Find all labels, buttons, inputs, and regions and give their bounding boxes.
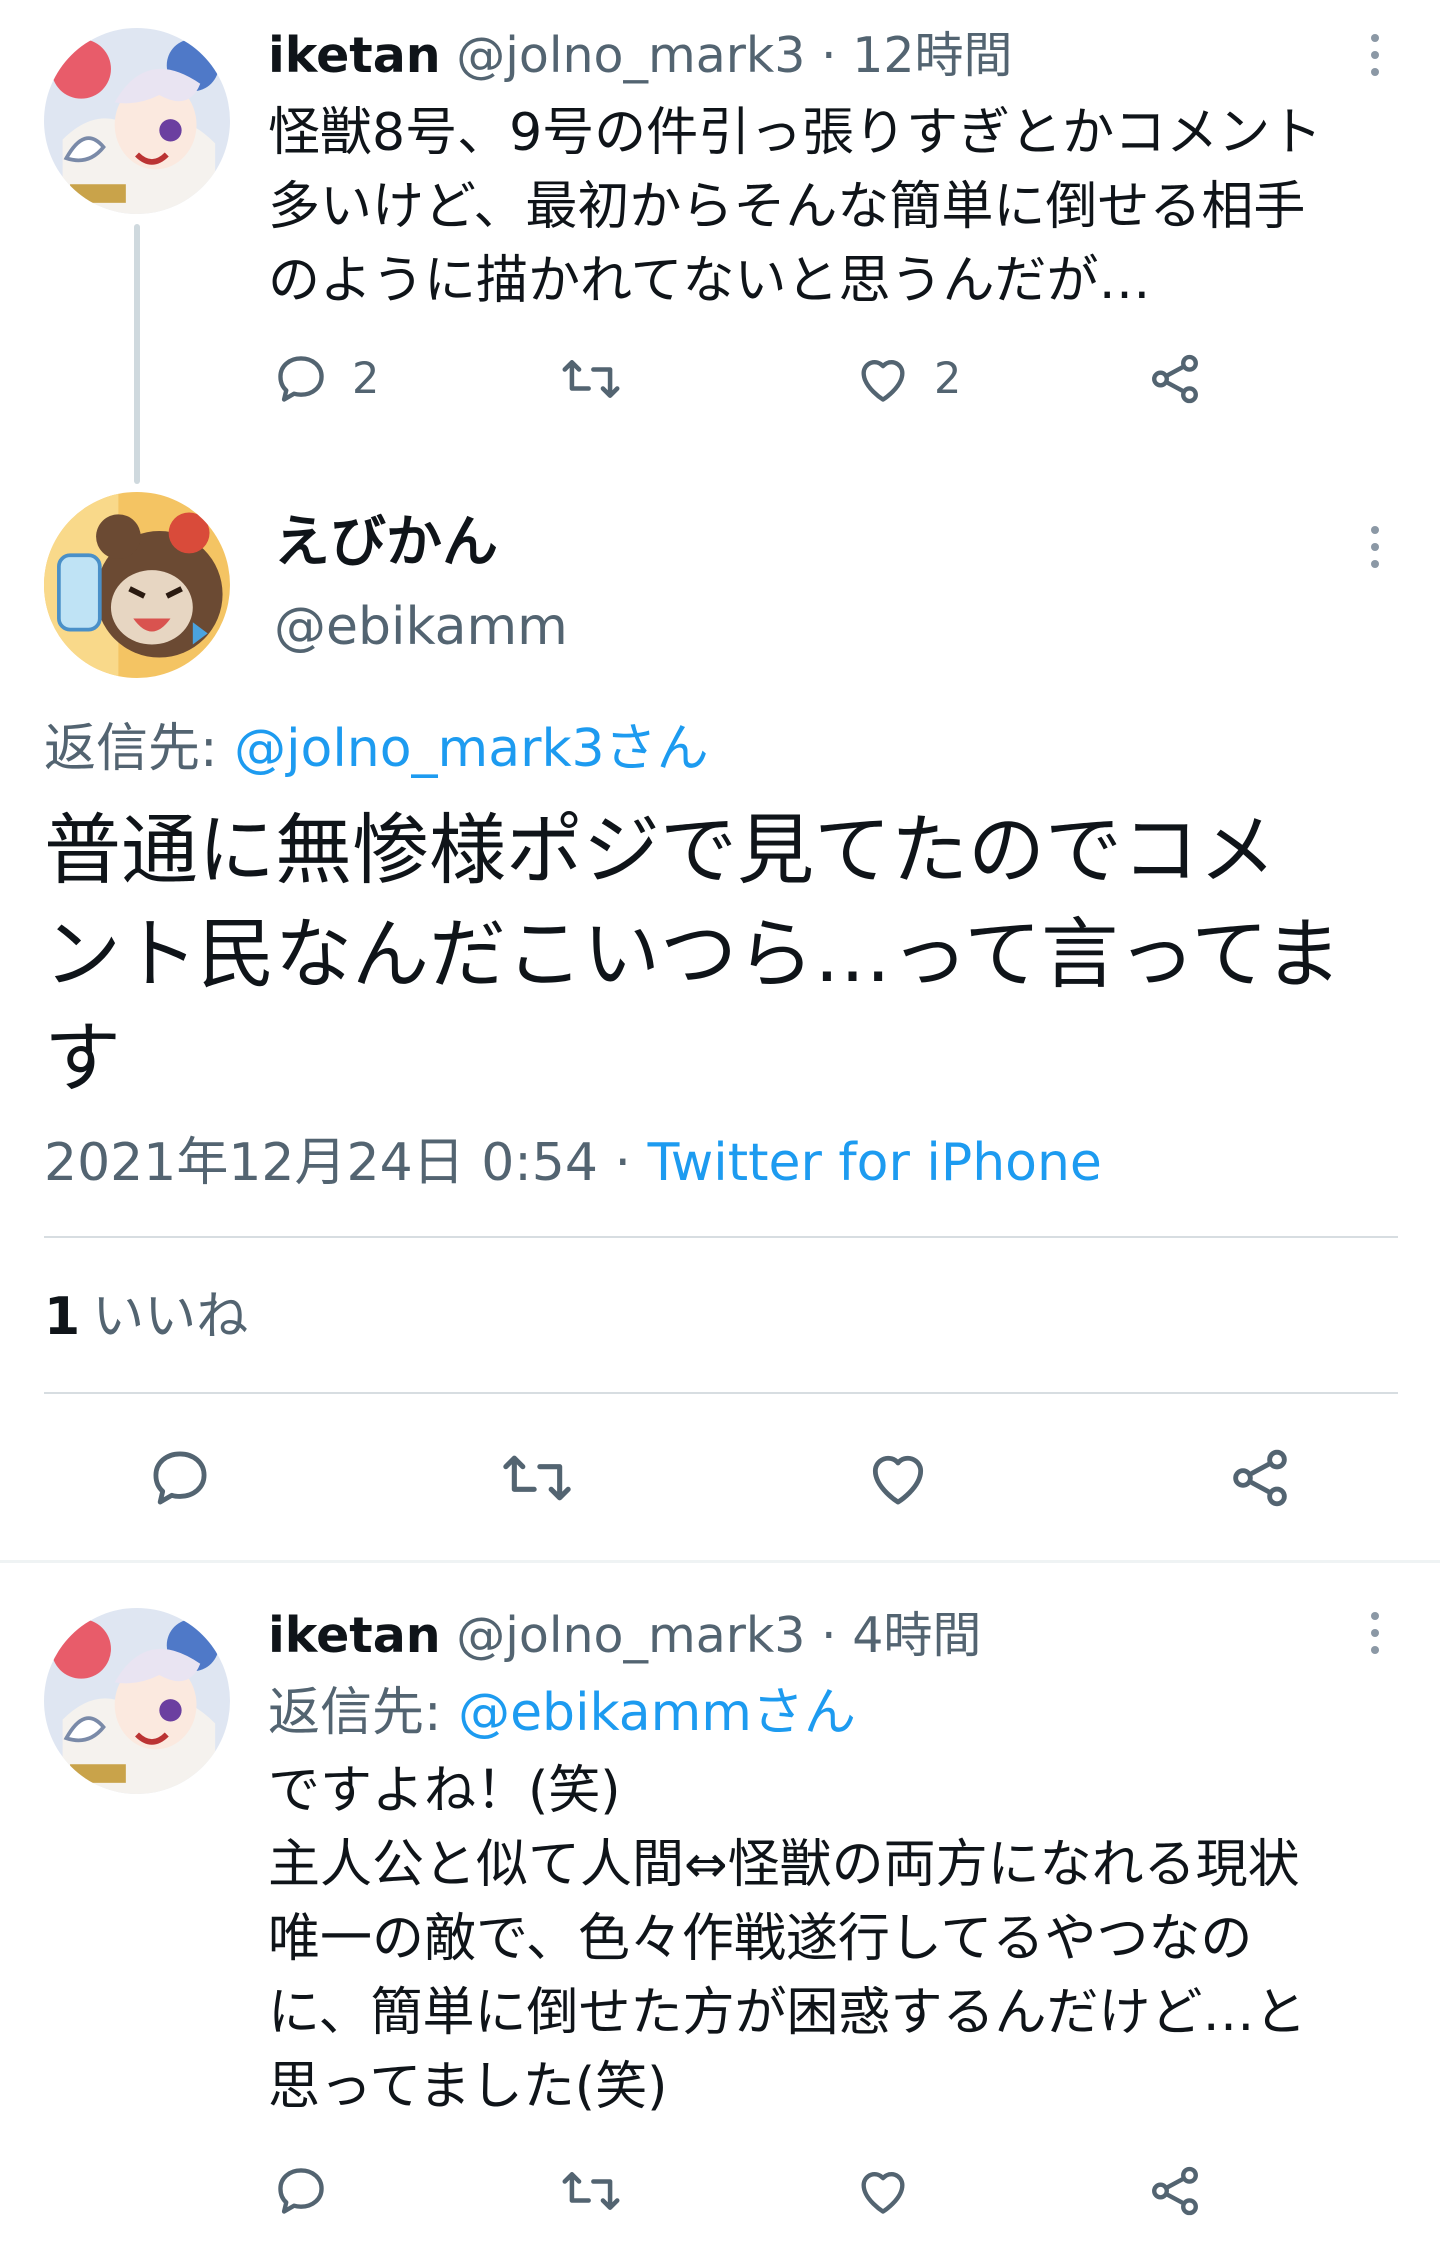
main-tweet-text: 普通に無惨様ポジで見てたのでコメ ント民なんだこいつら…って言ってま す <box>44 800 1404 1112</box>
text-line: 多いけど、最初からそんな簡単に倒せる相手 <box>268 177 1306 237</box>
like-count: 2 <box>934 354 962 404</box>
timestamp-text[interactable]: 2021年12月24日 0:54 · <box>44 1133 648 1193</box>
likes-summary[interactable]: 1 いいね <box>44 1282 248 1352</box>
author-name[interactable]: iketan <box>268 1607 441 1664</box>
author-name[interactable]: えびかん <box>274 508 498 578</box>
more-icon[interactable] <box>1368 526 1382 568</box>
share-icon <box>1152 2166 1198 2216</box>
avatar-ebikamm[interactable] <box>44 492 230 678</box>
tweet2-text: ですよね！(笑) 主人公と似て人間⇔怪獣の両方になれる現状 唯一の敵で、色々作戦… <box>268 1754 1418 2124</box>
author-handle[interactable]: @jolno_mark3 <box>456 1607 805 1664</box>
tweet2-header: iketan @jolno_mark3 · 4時間 <box>268 1606 981 1666</box>
share-icon <box>1152 354 1198 404</box>
author-handle[interactable]: @ebikamm <box>274 594 568 660</box>
retweet-button[interactable] <box>560 2162 622 2220</box>
divider <box>44 1392 1398 1394</box>
reply-icon <box>153 1451 207 1505</box>
text-line: 怪獣8号、9号の件引っ張りすぎとかコメント <box>268 103 1323 163</box>
tweet-time[interactable]: · 12時間 <box>821 27 1013 84</box>
retweet-icon <box>562 2172 620 2210</box>
reply-to: 返信先: @ebikammさん <box>268 1680 856 1746</box>
like-icon <box>861 360 905 402</box>
reply-icon <box>278 356 324 402</box>
likes-label: いいね <box>92 1287 249 1347</box>
reply-button[interactable]: 2 <box>272 350 379 408</box>
reply-target-link[interactable]: @ebikammさん <box>458 1683 856 1743</box>
tweet-timestamp: 2021年12月24日 0:54 · Twitter for iPhone <box>44 1130 1102 1196</box>
text-line: ですよね！(笑) <box>268 1761 621 1821</box>
reply-count: 2 <box>352 354 380 404</box>
avatar-iketan[interactable] <box>44 1608 230 1794</box>
divider <box>44 1236 1398 1238</box>
likes-number: 1 <box>44 1287 81 1347</box>
text-line: 主人公と似て人間⇔怪獣の両方になれる現状 <box>268 1835 1300 1895</box>
section-separator <box>0 1560 1440 1563</box>
retweet-icon <box>503 1455 571 1501</box>
share-button[interactable] <box>1146 350 1204 408</box>
more-icon[interactable] <box>1368 1612 1382 1654</box>
text-line: に、簡単に倒せた方が困惑するんだけど…と <box>268 1983 1307 2043</box>
tweet1-header: iketan @jolno_mark3 · 12時間 <box>268 26 1013 86</box>
text-line: 普通に無惨様ポジで見てたのでコメ <box>44 807 1276 896</box>
text-line: のように描かれてないと思うんだが… <box>268 251 1151 311</box>
author-name[interactable]: iketan <box>268 27 441 84</box>
tweet-time[interactable]: · 4時間 <box>821 1607 981 1664</box>
text-line: す <box>44 1015 121 1104</box>
like-button[interactable]: 2 <box>854 350 961 408</box>
like-icon <box>861 2172 905 2214</box>
share-icon <box>1233 1449 1287 1507</box>
reply-prefix: 返信先: <box>268 1683 459 1743</box>
share-button[interactable] <box>1226 1444 1294 1512</box>
tweet-thread: iketan @jolno_mark3 · 12時間 怪獣8号、9号の件引っ張り… <box>0 0 1440 2242</box>
reply-icon <box>278 2168 324 2214</box>
retweet-icon <box>562 360 620 398</box>
author-handle[interactable]: @jolno_mark3 <box>456 27 805 84</box>
avatar-illustration <box>44 28 230 214</box>
retweet-button[interactable] <box>560 350 622 408</box>
avatar-illustration <box>44 492 230 678</box>
share-button[interactable] <box>1146 2162 1204 2220</box>
reply-to: 返信先: @jolno_mark3さん <box>44 716 709 782</box>
more-icon[interactable] <box>1368 34 1382 76</box>
reply-button[interactable] <box>272 2162 330 2220</box>
like-button[interactable] <box>864 1444 932 1512</box>
reply-target-link[interactable]: @jolno_mark3さん <box>234 719 709 779</box>
text-line: 思ってました(笑) <box>268 2057 668 2117</box>
like-icon <box>872 1455 924 1505</box>
avatar-iketan[interactable] <box>44 28 230 214</box>
reply-button[interactable] <box>146 1444 214 1512</box>
text-line: ント民なんだこいつら…って言ってま <box>44 911 1342 1000</box>
reply-prefix: 返信先: <box>44 719 235 779</box>
retweet-button[interactable] <box>500 1444 574 1512</box>
thread-connector <box>134 224 140 484</box>
source-link[interactable]: Twitter for iPhone <box>648 1133 1102 1193</box>
tweet1-text: 怪獣8号、9号の件引っ張りすぎとかコメント 多いけど、最初からそんな簡単に倒せる… <box>268 96 1418 318</box>
like-button[interactable] <box>854 2162 912 2220</box>
text-line: 唯一の敵で、色々作戦遂行してるやつなの <box>268 1909 1253 1969</box>
avatar-illustration <box>44 1608 230 1794</box>
